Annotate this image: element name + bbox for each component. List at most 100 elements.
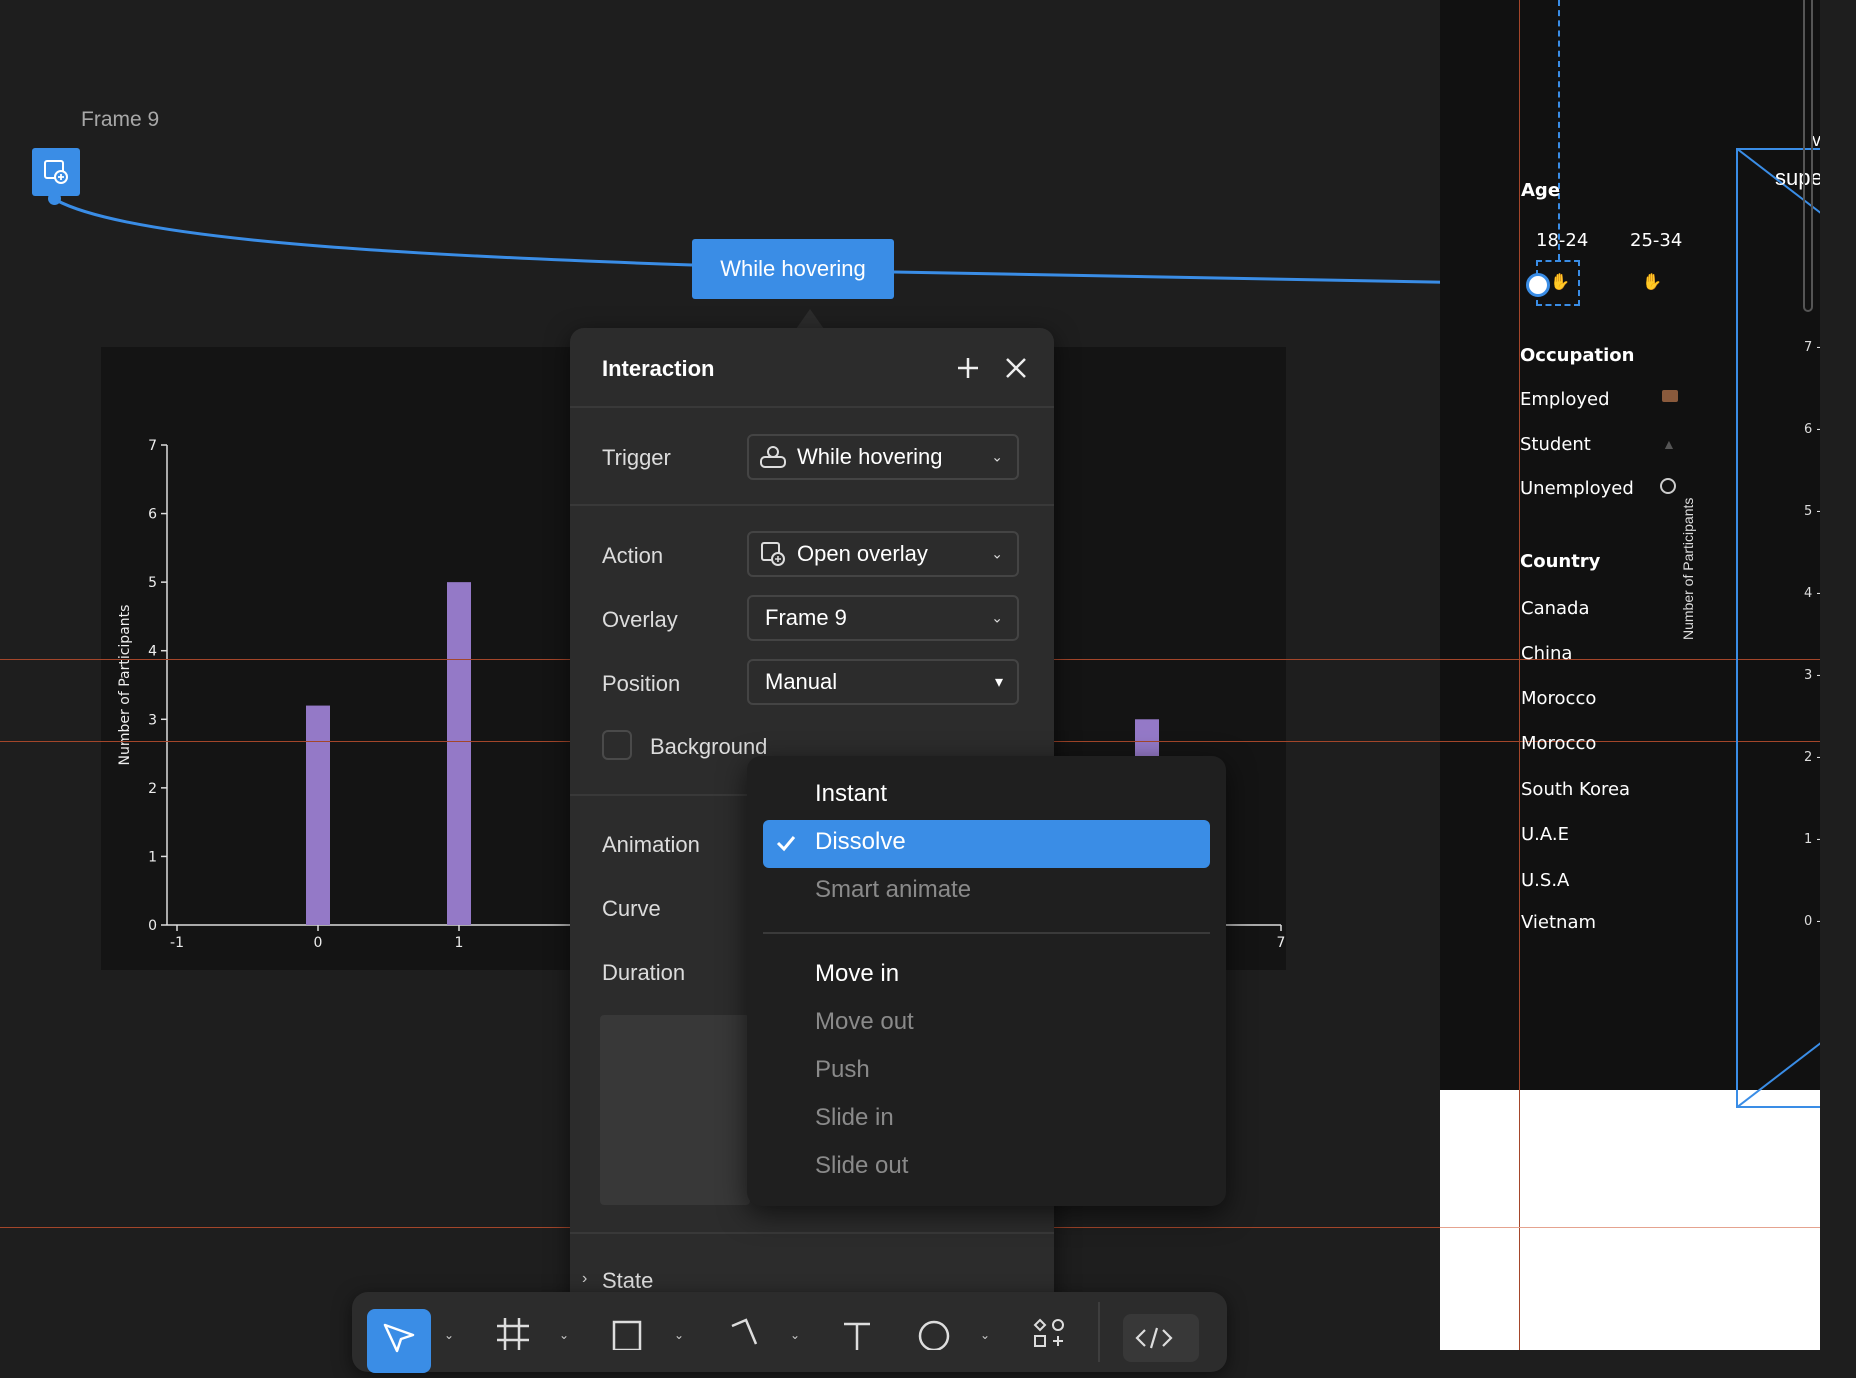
y-tick-label: 2 [148,781,157,797]
white-frame[interactable] [1440,1090,1820,1350]
curve-label: Curve [602,896,661,921]
occupation-label: Student [1520,434,1591,455]
close-icon [1006,358,1026,378]
chevron-down-icon: ▾ [994,674,1003,691]
y-axis-label: Number of Participants [1680,497,1696,640]
cursor-arrow-icon [383,1323,415,1353]
menu-item-move-in[interactable]: Move in [815,960,899,988]
properties-panel-edge [1820,0,1856,1350]
y-tick-label: 6 - [1804,422,1822,437]
occupation-label: Employed [1520,389,1610,410]
country-label: Canada [1521,598,1590,619]
background-checkbox[interactable] [602,730,632,760]
chevron-down-icon[interactable]: ⌄ [980,1328,990,1342]
menu-item-instant[interactable]: Instant [815,780,887,808]
y-tick-label: 4 - [1804,586,1822,601]
pen-tool-button[interactable] [726,1316,760,1350]
menu-item-slide-in: Slide in [815,1104,894,1131]
position-value: Manual [765,669,838,694]
hand-icon: ✋ [1550,274,1570,291]
x-tick-label: 7 [1277,935,1286,951]
chevron-down-icon[interactable]: ⌄ [790,1328,800,1342]
animation-preview [600,1015,750,1205]
scroll-track[interactable] [1803,0,1813,312]
components-tool-button[interactable] [1032,1316,1066,1350]
connection-label[interactable]: While hovering [692,239,894,299]
overlay-icon [759,540,787,568]
y-tick-label: 6 [148,507,157,523]
add-interaction-button[interactable] [953,353,983,383]
bottom-toolbar: ⌄ ⌄ ⌄ ⌄ ⌄ [352,1292,1227,1373]
background-label: Background [650,734,768,759]
y-tick-label: 0 - [1804,914,1822,929]
menu-item-smart-animate: Smart animate [815,876,972,903]
country-label: Vietnam [1521,912,1597,933]
chevron-down-icon[interactable]: ⌄ [674,1328,684,1342]
menu-separator [763,932,1210,934]
close-button[interactable] [1001,353,1031,383]
action-value: Open overlay [797,541,928,566]
position-select[interactable]: Manual ▾ [747,659,1019,705]
country-label: South Korea [1521,779,1631,800]
briefcase-icon [1662,390,1678,402]
overlay-select[interactable]: Frame 9 ⌄ [747,595,1019,641]
divider [570,406,1054,408]
y-tick-label: 2 - [1804,750,1822,765]
trigger-select[interactable]: While hovering ⌄ [747,434,1019,480]
rectangle-tool-button[interactable] [610,1316,644,1350]
y-axis-ticks: 7 - 6 - 5 - 4 - 3 - 2 - 1 - 0 - [1804,340,1822,940]
chevron-down-icon: ⌄ [991,545,1003,562]
chevron-down-icon[interactable]: ⌄ [559,1328,569,1342]
cut-off-text: supe [1775,165,1820,190]
animation-dropdown: Instant Dissolve Smart animate Move in M… [747,756,1226,1206]
bar [447,582,471,925]
graduation-cap-icon: ▲ [1662,436,1676,452]
move-tool-button[interactable] [367,1309,431,1373]
state-label[interactable]: State [602,1268,653,1294]
action-select[interactable]: Open overlay ⌄ [747,531,1019,577]
connection-end-dot[interactable] [1526,273,1550,297]
country-label: U.S.A [1521,870,1570,891]
comment-tool-button[interactable] [917,1316,951,1350]
components-icon [1033,1318,1064,1347]
y-tick-label: 0 [148,918,157,934]
duration-label: Duration [602,960,686,985]
overlay-value: Frame 9 [765,605,847,630]
y-tick-label: 1 [148,849,157,865]
code-icon [1135,1327,1173,1349]
y-tick-label: 5 - [1804,504,1822,519]
country-label: Morocco [1521,733,1597,754]
divider [570,504,1054,506]
country-label: China [1521,643,1573,664]
trigger-value: While hovering [797,444,943,469]
occupation-heading: Occupation [1520,345,1635,366]
dev-mode-toggle[interactable] [1123,1314,1199,1362]
y-tick-label: 1 - [1804,832,1822,847]
layout-guide [1519,0,1520,1350]
y-tick-label: 5 [148,575,157,591]
x-tick-label: -1 [170,935,184,951]
panel-pointer [796,309,824,329]
age-group-label: 25-34 [1630,230,1683,251]
frame-hash-icon [497,1318,529,1350]
y-tick-label: 4 [148,644,157,660]
action-label: Action [602,543,664,568]
checkmark-icon [775,832,797,859]
y-tick-label: 3 [148,712,157,728]
link-dashed-line [1558,0,1560,260]
hand-icon: ✋ [1642,274,1662,291]
y-tick-label: 7 [148,438,157,454]
menu-item-move-out: Move out [815,1008,914,1035]
panel-title: Interaction [602,356,715,381]
rectangle-icon [612,1320,642,1350]
text-icon [844,1322,870,1350]
text-tool-button[interactable] [840,1316,874,1350]
chevron-down-icon[interactable]: ⌄ [444,1328,454,1342]
country-label: Morocco [1521,688,1597,709]
chevron-right-icon[interactable]: › [582,1270,587,1288]
menu-item-push: Push [815,1056,870,1083]
trigger-label: Trigger [602,445,671,470]
frame-tool-button[interactable] [495,1316,529,1350]
menu-item-dissolve[interactable]: Dissolve [815,828,906,856]
magnifier-icon [1660,478,1676,494]
